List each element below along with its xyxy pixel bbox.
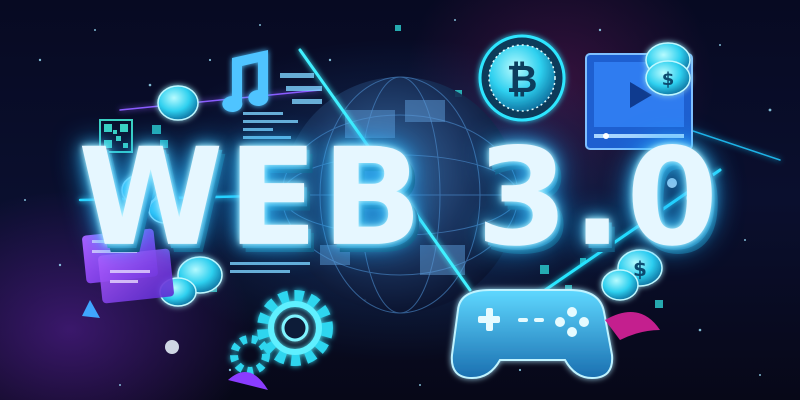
web3-illustration: ₿ $ $ $ WEB 3.0 — [0, 0, 800, 400]
bitcoin-coin-icon: ₿ — [478, 34, 566, 122]
gamepad-icon — [450, 289, 614, 380]
svg-text:₿: ₿ — [507, 57, 538, 101]
gear-icon — [230, 290, 333, 375]
headline-title: WEB 3.0 — [77, 119, 723, 277]
svg-text:$: $ — [662, 69, 675, 90]
music-note-icon — [222, 50, 269, 112]
